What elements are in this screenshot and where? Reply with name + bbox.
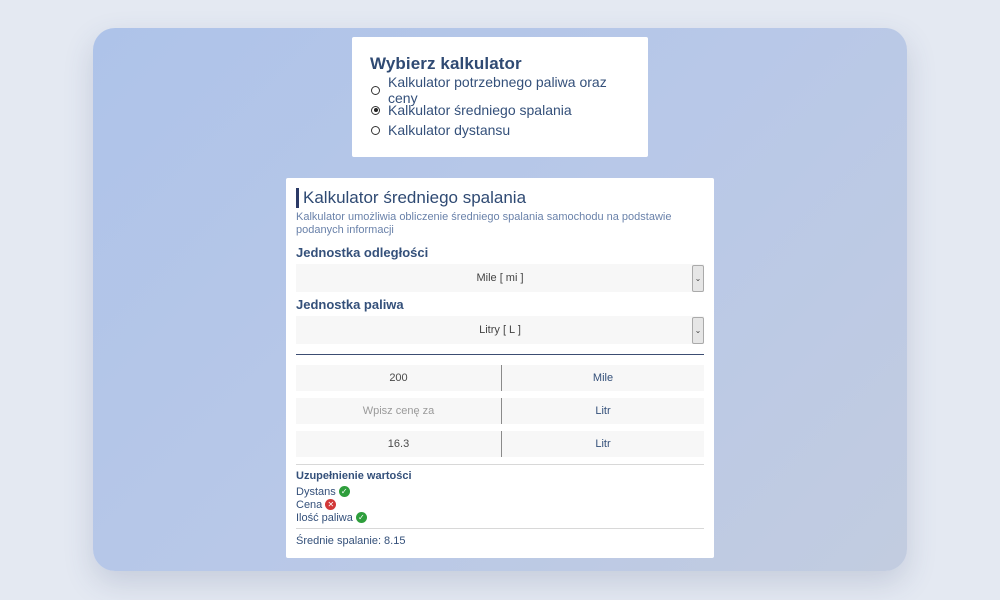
- radio-option-fuel-price[interactable]: Kalkulator potrzebnego paliwa oraz ceny: [370, 74, 630, 106]
- radio-label: Kalkulator średniego spalania: [388, 102, 572, 118]
- calculator-title: Kalkulator średniego spalania: [296, 188, 704, 208]
- check-icon: ✓: [338, 486, 350, 497]
- radio-label: Kalkulator dystansu: [388, 122, 511, 138]
- fuel-amount-input[interactable]: 16.3: [296, 431, 502, 457]
- distance-input[interactable]: 200: [296, 365, 502, 391]
- distance-unit: Mile: [592, 372, 614, 384]
- fuel-amount-input-row: 16.3 Litr: [296, 431, 704, 457]
- fuel-unit-label: Jednostka paliwa: [296, 297, 404, 312]
- distance-unit-label: Jednostka odległości: [296, 245, 429, 260]
- calculator-description: Kalkulator umożliwia obliczenie średnieg…: [296, 211, 672, 236]
- distance-unit-select[interactable]: Mile [ mi ] ⌄: [296, 264, 704, 292]
- check-icon: ✓: [355, 512, 367, 523]
- price-input-row: Wpisz cenę za Litr: [296, 398, 704, 424]
- fuel-unit-select[interactable]: Litry [ L ] ⌄: [296, 316, 704, 344]
- status-item-fuel: Ilość paliwa ✓: [296, 511, 704, 524]
- distance-unit-value: Mile [ mi ]: [476, 272, 524, 284]
- price-unit: Litr: [595, 405, 611, 417]
- section-divider: [296, 354, 704, 355]
- radio-button[interactable]: [371, 105, 380, 115]
- status-title: Uzupełnienie wartości: [296, 470, 412, 482]
- status-label: Dystans: [296, 485, 336, 498]
- result-text: Średnie spalanie: 8.15: [296, 535, 406, 547]
- fuel-unit-value: Litry [ L ]: [479, 324, 521, 336]
- status-label: Ilość paliwa: [296, 511, 353, 524]
- radio-button[interactable]: [371, 85, 380, 95]
- error-icon: ✕: [325, 499, 337, 510]
- calculator-selector: Wybierz kalkulator Kalkulator potrzebneg…: [352, 37, 648, 157]
- radio-option-distance[interactable]: Kalkulator dystansu: [370, 120, 630, 140]
- price-input[interactable]: Wpisz cenę za: [296, 398, 502, 424]
- chevron-down-icon[interactable]: ⌄: [692, 317, 704, 344]
- distance-input-row: 200 Mile: [296, 365, 704, 391]
- divider: [296, 464, 704, 465]
- chevron-down-icon[interactable]: ⌄: [692, 265, 704, 292]
- calculator-panel: Kalkulator średniego spalania Kalkulator…: [286, 178, 714, 558]
- divider: [296, 528, 704, 529]
- status-item-price: Cena ✕: [296, 498, 704, 511]
- fuel-amount-unit: Litr: [595, 438, 611, 450]
- status-item-distance: Dystans ✓: [296, 485, 704, 498]
- radio-button[interactable]: [371, 125, 380, 135]
- status-label: Cena: [296, 498, 323, 511]
- selector-title: Wybierz kalkulator: [370, 54, 522, 73]
